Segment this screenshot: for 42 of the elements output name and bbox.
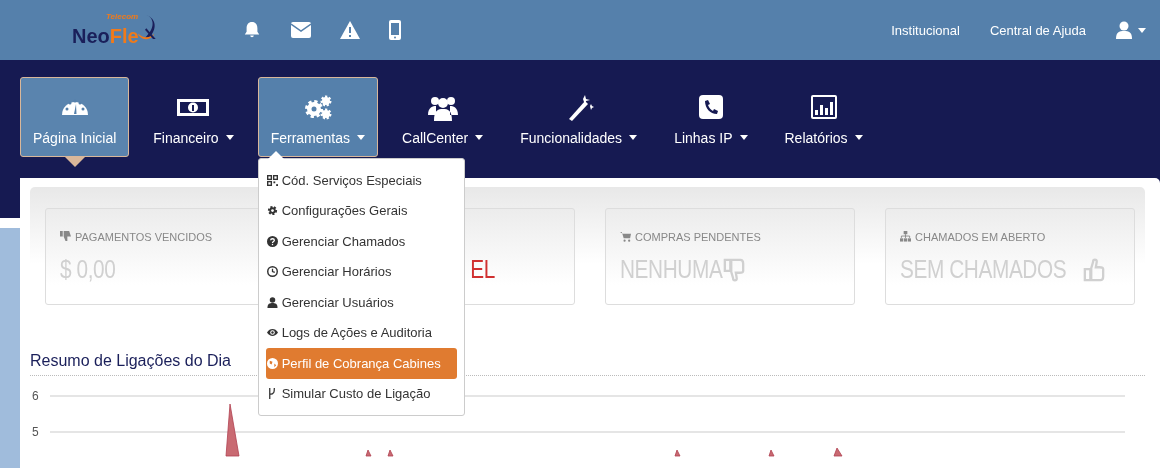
nav-menu-item[interactable]: Linhas IP xyxy=(661,77,761,157)
dropdown-item[interactable]: Logs de Ações e Auditoria xyxy=(265,317,457,348)
dropdown-item[interactable]: Gerenciar Usuários xyxy=(265,287,457,318)
user-icon[interactable] xyxy=(1116,21,1132,39)
nav-menu-item[interactable]: Ferramentas xyxy=(257,77,378,157)
dropdown-item[interactable]: Cód. Serviços Especiais xyxy=(265,165,457,196)
top-nav-link[interactable]: Central de Ajuda xyxy=(989,22,1086,38)
eye-icon xyxy=(266,327,278,339)
qr-code-icon xyxy=(266,174,278,186)
nav-menu-item[interactable]: Página Inicial xyxy=(20,77,130,157)
dropdown-item[interactable]: Gerenciar Horários xyxy=(265,256,457,287)
y-axis-label: 6 xyxy=(32,389,39,403)
warning-icon[interactable] xyxy=(340,21,360,39)
thumbs-up-icon xyxy=(1082,257,1105,282)
globe-icon xyxy=(266,357,278,369)
bell-icon[interactable] xyxy=(242,21,262,39)
thumbs-down-icon xyxy=(60,231,71,242)
dropdown-item[interactable]: Simular Custo de Ligação xyxy=(265,378,457,409)
dropdown-item[interactable]: Gerenciar Chamados xyxy=(265,226,457,257)
user-icon xyxy=(266,296,278,308)
top-nav-link[interactable]: Institucional xyxy=(891,22,960,38)
y-axis-label: 5 xyxy=(32,425,39,439)
sitemap-icon xyxy=(900,231,911,242)
stat-label: COMPRAS PENDENTES xyxy=(635,230,761,243)
nav-menu-item[interactable]: Relatórios xyxy=(771,77,876,157)
mobile-phone-icon[interactable] xyxy=(389,20,401,40)
nav-menu-item[interactable]: Financeiro xyxy=(140,77,247,157)
fork-icon xyxy=(266,388,278,400)
nav-menu-item[interactable]: Funcionalidades xyxy=(507,77,651,157)
thumbs-down-icon xyxy=(722,257,745,282)
stat-label: CHAMADOS EM ABERTO xyxy=(915,230,1046,243)
dropdown-item[interactable]: Configurações Gerais xyxy=(265,195,457,226)
logo: Telecom NeoFle xyxy=(72,10,162,50)
stat-value: EL xyxy=(470,254,496,285)
cart-icon xyxy=(620,231,631,242)
envelope-icon[interactable] xyxy=(291,21,311,39)
caret-icon[interactable] xyxy=(1138,27,1146,33)
question-icon xyxy=(266,235,278,247)
nav-menu-item[interactable]: CallCenter xyxy=(389,77,497,157)
stat-label: PAGAMENTOS VENCIDOS xyxy=(75,230,213,243)
gear-icon xyxy=(266,205,278,217)
clock-icon xyxy=(266,266,278,278)
